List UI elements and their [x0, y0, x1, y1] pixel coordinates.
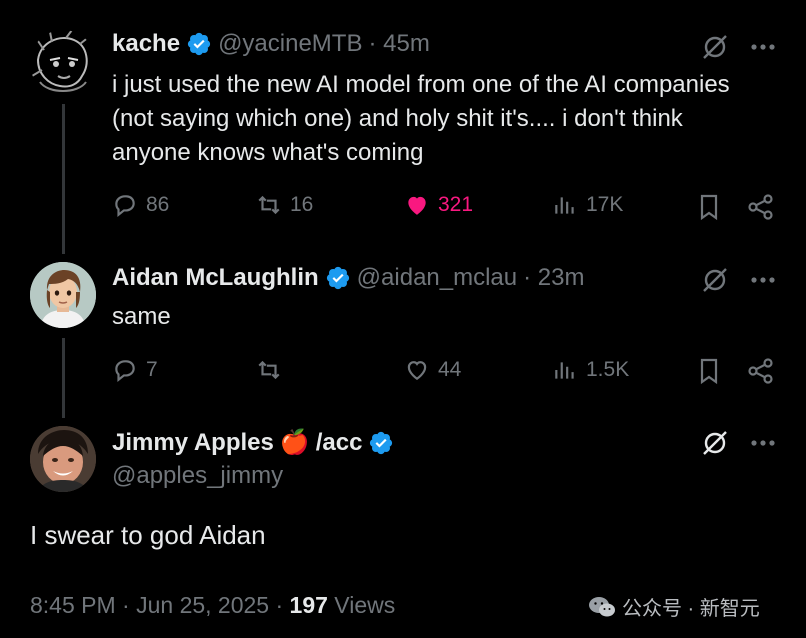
- analytics-icon: [555, 362, 574, 379]
- watermark-text: 公众号 · 新智元: [622, 598, 760, 620]
- smiling-man-avatar-icon: [30, 426, 96, 492]
- retweet-button[interactable]: [256, 357, 290, 383]
- tweet-time[interactable]: · 23m: [523, 264, 584, 292]
- tweet-text: i just used the new AI model from one of…: [112, 71, 730, 166]
- tweet-text: same: [112, 303, 171, 330]
- heart-filled-icon: [408, 196, 426, 215]
- retweet-icon: [258, 360, 280, 380]
- verified-badge-icon: [187, 32, 211, 56]
- thread-line: [62, 104, 65, 254]
- avatar-kache[interactable]: [30, 30, 96, 96]
- more-options-icon[interactable]: [748, 32, 778, 62]
- views-label: Views: [327, 592, 396, 618]
- tweet-meta: 8:45 PM · Jun 25, 2025 · 197 Views: [30, 592, 395, 619]
- like-count: 321: [438, 193, 474, 216]
- share-icon[interactable]: [746, 192, 776, 222]
- share-icon[interactable]: [746, 356, 776, 386]
- tweet-time[interactable]: · 45m: [368, 30, 429, 58]
- author-name[interactable]: kache: [112, 30, 180, 58]
- tweet-text: I swear to god Aidan: [30, 520, 266, 550]
- bookmark-icon[interactable]: [694, 356, 724, 386]
- tweet-header: kache @yacineMTB · 45m: [112, 30, 430, 58]
- retweet-button[interactable]: 16: [256, 192, 313, 218]
- views-button[interactable]: 1.5K: [552, 357, 629, 383]
- avatar-jimmy[interactable]: [30, 426, 96, 492]
- cartoon-boy-avatar-icon: [30, 262, 96, 328]
- reply-icon: [115, 195, 135, 218]
- more-options-icon[interactable]: [748, 428, 778, 458]
- tweet-header: Aidan McLaughlin @aidan_mclau · 23m: [112, 264, 584, 292]
- thread-line: [62, 338, 65, 418]
- reply-icon: [115, 360, 135, 383]
- bookmark-icon[interactable]: [694, 192, 724, 222]
- grok-icon[interactable]: [700, 428, 730, 458]
- analytics-icon: [555, 197, 574, 214]
- timestamp[interactable]: 8:45 PM · Jun 25, 2025 ·: [30, 592, 290, 618]
- author-name-suffix[interactable]: /acc: [316, 429, 363, 457]
- reply-count: 7: [146, 358, 158, 381]
- author-handle[interactable]: @aidan_mclau: [357, 264, 517, 292]
- heart-outline-icon: [407, 361, 427, 380]
- grok-icon[interactable]: [700, 265, 730, 295]
- verified-badge-icon: [370, 431, 393, 454]
- reply-button[interactable]: 86: [112, 192, 169, 218]
- reply-count: 86: [146, 193, 170, 216]
- watermark: 公众号 · 新智元: [588, 592, 760, 621]
- like-count: 44: [438, 358, 462, 381]
- grok-icon[interactable]: [700, 32, 730, 62]
- reply-button[interactable]: 7: [112, 357, 158, 383]
- apple-emoji: 🍎: [279, 429, 310, 456]
- author-handle[interactable]: @yacineMTB: [218, 30, 362, 58]
- author-name[interactable]: Jimmy Apples: [112, 429, 274, 457]
- more-options-icon[interactable]: [748, 265, 778, 295]
- avatar-aidan[interactable]: [30, 262, 96, 328]
- author-handle[interactable]: @apples_jimmy: [112, 462, 283, 490]
- view-count: 197: [289, 592, 328, 618]
- author-name[interactable]: Aidan McLaughlin: [112, 264, 319, 292]
- like-button[interactable]: 321: [404, 192, 473, 218]
- wechat-icon: [589, 596, 615, 616]
- retweet-count: 16: [290, 193, 314, 216]
- views-button[interactable]: 17K: [552, 192, 623, 218]
- retweet-icon: [258, 195, 280, 215]
- anime-sketch-avatar-icon: [30, 30, 96, 96]
- like-button[interactable]: 44: [404, 357, 461, 383]
- tweet-header: Jimmy Apples 🍎 /acc: [112, 428, 394, 457]
- view-count: 1.5K: [586, 358, 630, 381]
- view-count: 17K: [586, 193, 624, 216]
- verified-badge-icon: [326, 266, 349, 290]
